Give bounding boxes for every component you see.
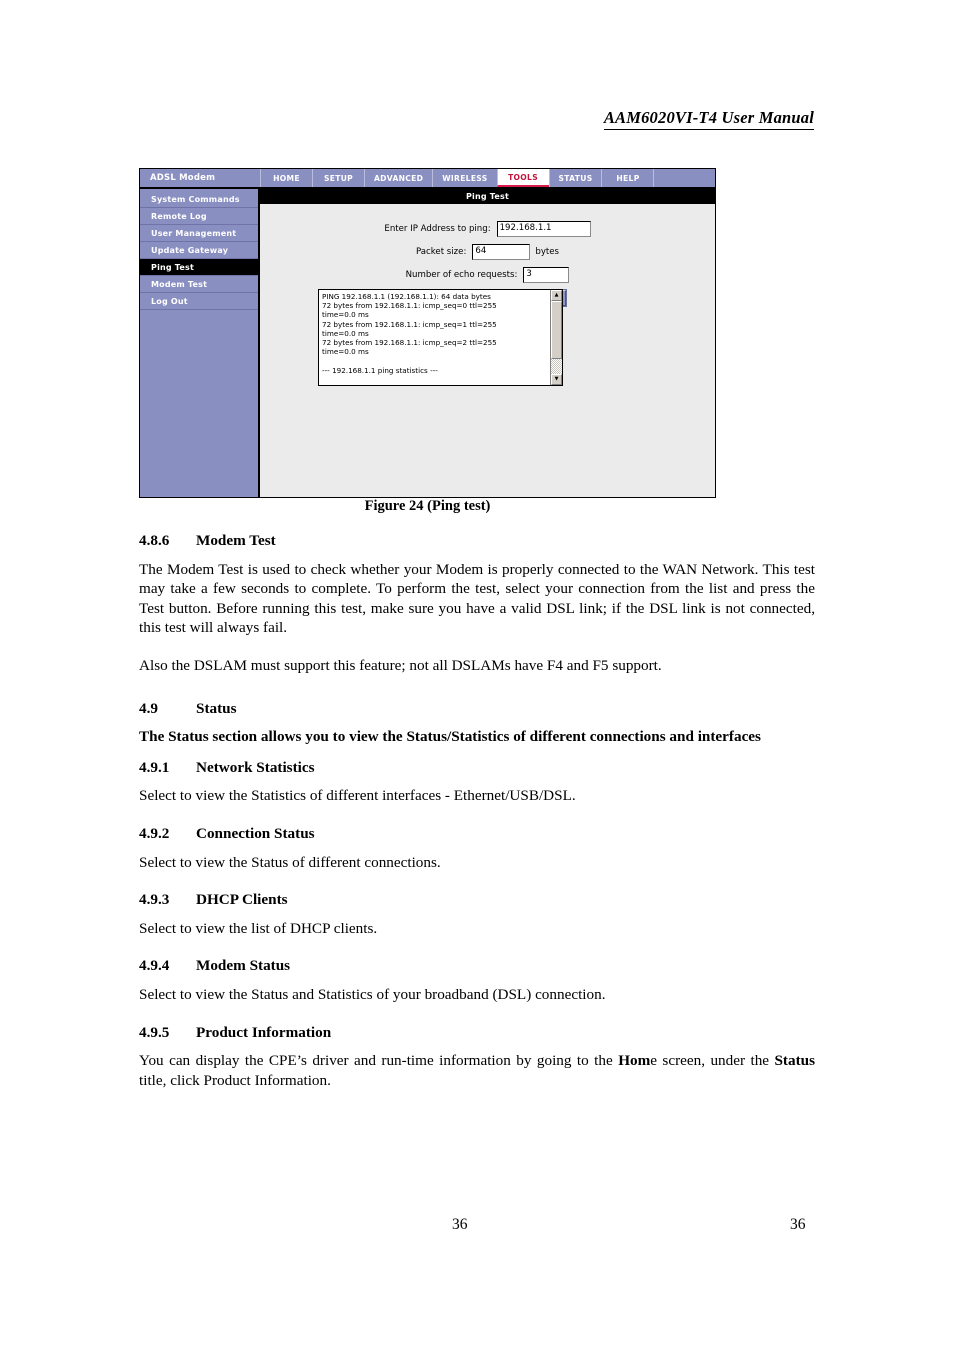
nav-tab-setup[interactable]: SETUP	[312, 169, 364, 187]
heading-4-8-6: 4.8.6 Modem Test	[139, 531, 815, 551]
router-content-pane: Ping Test Enter IP Address to ping: 192.…	[260, 189, 715, 497]
paragraph-modem-status: Select to view the Status and Statistics…	[139, 985, 606, 1003]
product-info-text-3: title, click Product Information.	[139, 1071, 331, 1089]
heading-4-9-2-number: 4.9.2	[139, 824, 170, 842]
packet-size-unit: bytes	[535, 247, 560, 257]
nav-tab-help[interactable]: HELP	[601, 169, 654, 187]
page-number-left: 36	[452, 1216, 468, 1233]
product-info-bold-status: Status	[774, 1052, 815, 1070]
heading-4-9-5-number: 4.9.5	[139, 1023, 170, 1041]
sidebar-item-system-commands[interactable]: System Commands	[140, 191, 258, 208]
paragraph-modem-test-2: Also the DSLAM must support this feature…	[139, 656, 662, 674]
heading-4-9-4: 4.9.4 Modem Status	[139, 956, 815, 976]
router-ui-screenshot: ADSL Modem HOME SETUP ADVANCED WIRELESS …	[139, 168, 716, 498]
product-info-bold-home: Hom	[618, 1052, 651, 1070]
sidebar-item-log-out[interactable]: Log Out	[140, 293, 258, 310]
product-info-text-2: e screen, under the	[650, 1052, 775, 1070]
heading-4-9-number: 4.9	[139, 699, 158, 717]
paragraph-dhcp-clients: Select to view the list of DHCP clients.	[139, 919, 378, 937]
nav-tab-status[interactable]: STATUS	[548, 169, 602, 187]
scroll-up-icon[interactable]: ▲	[551, 290, 562, 301]
router-body: System Commands Remote Log User Manageme…	[140, 189, 715, 497]
packet-size-input[interactable]: 64	[472, 244, 531, 260]
scroll-down-icon[interactable]: ▼	[551, 374, 562, 385]
heading-4-9-2-title: Connection Status	[196, 824, 315, 842]
heading-4-9-3: 4.9.3 DHCP Clients	[139, 890, 815, 910]
sidebar-item-update-gateway[interactable]: Update Gateway	[140, 242, 258, 259]
document-body: 4.8.6 Modem Test The Modem Test is used …	[139, 531, 815, 1099]
echo-requests-label: Number of echo requests:	[405, 270, 518, 280]
echo-requests-row: Number of echo requests: 3	[260, 267, 715, 283]
manual-title: AAM6020VI-T4 User Manual	[603, 108, 814, 130]
packet-size-label: Packet size:	[415, 247, 467, 257]
packet-size-row: Packet size: 64 bytes	[260, 244, 715, 260]
router-sidebar: System Commands Remote Log User Manageme…	[140, 189, 260, 497]
ping-output-text: PING 192.168.1.1 (192.168.1.1): 64 data …	[322, 292, 497, 375]
sidebar-item-ping-test[interactable]: Ping Test	[140, 259, 258, 276]
heading-4-9-1-number: 4.9.1	[139, 758, 170, 776]
heading-4-8-6-number: 4.8.6	[139, 532, 170, 549]
ping-output-area: PING 192.168.1.1 (192.168.1.1): 64 data …	[318, 289, 563, 386]
ip-address-row: Enter IP Address to ping: 192.168.1.1	[260, 221, 715, 237]
product-info-text-1: You can display the CPE’s driver and run…	[139, 1052, 619, 1070]
scrollbar-thumb[interactable]	[551, 301, 562, 359]
router-brand-label: ADSL Modem	[150, 173, 216, 183]
status-section-statement: The Status section allows you to view th…	[139, 728, 761, 746]
heading-4-9-5-title: Product Information	[196, 1023, 332, 1041]
heading-4-8-6-title: Modem Test	[196, 532, 276, 549]
scrollbar-track[interactable]	[551, 359, 562, 374]
running-header: AAM6020VI-T4 User Manual	[0, 108, 954, 130]
paragraph-network-statistics: Select to view the Statistics of differe…	[139, 787, 576, 805]
heading-4-9-4-title: Modem Status	[196, 957, 291, 975]
nav-tab-advanced[interactable]: ADVANCED	[364, 169, 433, 187]
paragraph-product-information: You can display the CPE’s driver and run…	[139, 1051, 815, 1090]
heading-4-9-1: 4.9.1 Network Statistics	[139, 758, 815, 778]
ip-address-input[interactable]: 192.168.1.1	[496, 221, 591, 237]
heading-4-9-1-title: Network Statistics	[196, 758, 315, 776]
ip-address-label: Enter IP Address to ping:	[384, 224, 491, 234]
paragraph-modem-test-1: The Modem Test is used to check whether …	[139, 560, 815, 637]
nav-tab-tools[interactable]: TOOLS	[496, 169, 549, 187]
heading-4-9-title: Status	[196, 699, 237, 717]
heading-4-9-3-number: 4.9.3	[139, 891, 170, 909]
nav-tab-filler	[653, 169, 715, 187]
echo-requests-input[interactable]: 3	[523, 267, 570, 283]
router-navbar: ADSL Modem HOME SETUP ADVANCED WIRELESS …	[140, 169, 715, 189]
nav-tab-home[interactable]: HOME	[260, 169, 312, 187]
sidebar-item-remote-log[interactable]: Remote Log	[140, 208, 258, 225]
heading-4-9-3-title: DHCP Clients	[196, 891, 288, 909]
page-number-right: 36	[790, 1216, 806, 1233]
ping-output-scrollbar[interactable]: ▲ ▼	[550, 290, 562, 385]
heading-4-9-2: 4.9.2 Connection Status	[139, 824, 815, 844]
sidebar-item-modem-test[interactable]: Modem Test	[140, 276, 258, 293]
figure-caption: Figure 24 (Ping test)	[364, 498, 491, 514]
nav-tab-wireless[interactable]: WIRELESS	[432, 169, 497, 187]
heading-4-9: 4.9 Status	[139, 699, 815, 719]
content-pane-title: Ping Test	[260, 189, 715, 204]
sidebar-item-user-management[interactable]: User Management	[140, 225, 258, 242]
heading-4-9-4-number: 4.9.4	[139, 957, 170, 975]
heading-4-9-5: 4.9.5 Product Information	[139, 1023, 815, 1043]
paragraph-connection-status: Select to view the Status of different c…	[139, 853, 441, 871]
